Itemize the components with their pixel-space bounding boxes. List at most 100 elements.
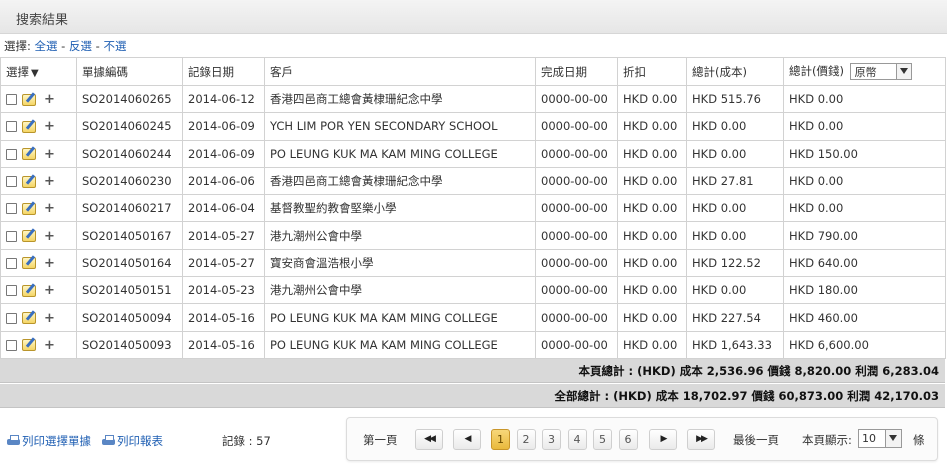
all-total-bar: 全部總計 : (HKD) 成本 18,702.97 價錢 60,873.00 利… bbox=[0, 384, 945, 408]
finish-date-cell: 0000-00-00 bbox=[535, 112, 618, 141]
row-checkbox[interactable] bbox=[6, 203, 17, 215]
table-row[interactable]: + SO2014060217 2014-06-04 基督教聖約教會堅樂小學 0000-0… bbox=[0, 194, 946, 223]
prev-page-icon[interactable]: ◀ bbox=[453, 429, 481, 450]
plus-icon[interactable]: + bbox=[44, 339, 55, 352]
plus-icon[interactable]: + bbox=[44, 202, 55, 215]
last-page-label[interactable]: 最後一頁 bbox=[733, 432, 779, 448]
print-report-link[interactable]: 列印報表 bbox=[101, 433, 163, 449]
order-no-cell: SO2014050094 bbox=[76, 303, 183, 332]
currency-select[interactable]: 原幣 bbox=[849, 63, 912, 80]
plus-icon[interactable]: + bbox=[44, 120, 55, 133]
edit-icon[interactable] bbox=[22, 175, 36, 188]
order-no-cell: SO2014060265 bbox=[76, 84, 183, 114]
select-none-link[interactable]: 不選 bbox=[103, 39, 126, 53]
total-cost-cell: HKD 0.00 bbox=[686, 221, 784, 250]
row-checkbox[interactable] bbox=[6, 230, 17, 242]
row-checkbox[interactable] bbox=[6, 257, 17, 269]
results-table: 選擇 ▼ 單據編碼 記錄日期 客戶 完成日期 折扣 總計(成本) 總計(價錢) 原… bbox=[0, 57, 946, 359]
row-checkbox[interactable] bbox=[6, 285, 17, 297]
page-button[interactable]: 6 bbox=[618, 429, 638, 450]
edit-icon[interactable] bbox=[22, 339, 36, 352]
pagination: 第一頁 ◀◀ ◀ 123456 ▶ ▶▶ 最後一頁 本頁顯示: 10 條 bbox=[346, 417, 938, 461]
total-cost-cell: HKD 27.81 bbox=[686, 166, 784, 196]
edit-icon[interactable] bbox=[22, 202, 36, 215]
page-button[interactable]: 5 bbox=[593, 429, 612, 450]
column-header-discount[interactable]: 折扣 bbox=[617, 57, 687, 86]
row-checkbox[interactable] bbox=[6, 339, 17, 351]
select-all-link[interactable]: 全選 bbox=[35, 39, 58, 53]
plus-icon[interactable]: + bbox=[44, 284, 55, 297]
currency-select-value: 原幣 bbox=[854, 65, 877, 79]
row-checkbox[interactable] bbox=[6, 176, 17, 188]
discount-cell: HKD 0.00 bbox=[617, 166, 687, 196]
first-page-label[interactable]: 第一頁 bbox=[363, 432, 398, 448]
customer-cell: 香港四邑商工總會黃棣珊紀念中學 bbox=[264, 166, 536, 196]
row-checkbox[interactable] bbox=[6, 312, 17, 324]
sort-down-icon[interactable]: ▼ bbox=[31, 68, 39, 79]
edit-icon[interactable] bbox=[22, 284, 36, 297]
printer-icon bbox=[101, 434, 116, 448]
plus-icon[interactable]: + bbox=[44, 93, 55, 106]
table-row[interactable]: + SO2014050094 2014-05-16 PO LEUNG KUK MA K… bbox=[0, 303, 946, 332]
table-row[interactable]: + SO2014050151 2014-05-23 港九潮州公會中學 0000-00-0… bbox=[0, 276, 946, 305]
finish-date-cell: 0000-00-00 bbox=[535, 194, 618, 223]
edit-icon[interactable] bbox=[22, 148, 36, 161]
customer-cell: PO LEUNG KUK MA KAM MING COLLEGE bbox=[264, 303, 536, 332]
edit-icon[interactable] bbox=[22, 257, 36, 270]
plus-icon[interactable]: + bbox=[44, 312, 55, 325]
edit-icon[interactable] bbox=[22, 312, 36, 325]
row-checkbox[interactable] bbox=[6, 94, 17, 106]
table-row[interactable]: + SO2014050167 2014-05-27 港九潮州公會中學 0000-00-0… bbox=[0, 221, 946, 250]
invert-selection-link[interactable]: 反選 bbox=[69, 39, 92, 53]
order-no-cell: SO2014050151 bbox=[76, 276, 183, 305]
plus-icon[interactable]: + bbox=[44, 148, 55, 161]
first-page-icon[interactable]: ◀◀ bbox=[415, 429, 443, 450]
column-header-customer[interactable]: 客戶 bbox=[264, 57, 536, 86]
page-total-bar: 本頁總計 : (HKD) 成本 2,536.96 價錢 8,820.00 利潤 … bbox=[0, 359, 945, 383]
table-row[interactable]: + SO2014060230 2014-06-06 香港四邑商工總會黃棣珊紀念中學 00… bbox=[0, 166, 946, 196]
column-header-select[interactable]: 選擇 ▼ bbox=[0, 57, 77, 86]
next-page-icon[interactable]: ▶ bbox=[649, 429, 677, 450]
table-row[interactable]: + SO2014050093 2014-05-16 PO LEUNG KUK MA K… bbox=[0, 330, 946, 359]
edit-icon[interactable] bbox=[22, 120, 36, 133]
page-button[interactable]: 1 bbox=[491, 429, 510, 450]
finish-date-cell: 0000-00-00 bbox=[535, 166, 618, 196]
table-header-row: 選擇 ▼ 單據編碼 記錄日期 客戶 完成日期 折扣 總計(成本) 總計(價錢) 原… bbox=[0, 57, 946, 86]
row-checkbox[interactable] bbox=[6, 121, 17, 133]
total-cost-cell: HKD 1,643.33 bbox=[686, 330, 784, 359]
page-button[interactable]: 2 bbox=[516, 429, 536, 450]
row-checkbox[interactable] bbox=[6, 148, 17, 160]
total-price-cell: HKD 0.00 bbox=[783, 166, 946, 196]
chevron-down-icon[interactable] bbox=[895, 64, 911, 79]
discount-cell: HKD 0.00 bbox=[617, 112, 687, 141]
per-page-label: 本頁顯示: bbox=[802, 433, 852, 447]
plus-icon[interactable]: + bbox=[44, 230, 55, 243]
chevron-down-icon[interactable] bbox=[885, 430, 901, 447]
edit-icon[interactable] bbox=[22, 230, 36, 243]
plus-icon[interactable]: + bbox=[44, 175, 55, 188]
column-header-record-date[interactable]: 記錄日期 bbox=[182, 57, 265, 86]
print-selected-link[interactable]: 列印選擇單據 bbox=[6, 433, 91, 449]
total-cost-cell: HKD 122.52 bbox=[686, 248, 784, 278]
row-select-cell: + bbox=[0, 303, 77, 332]
column-header-total-cost[interactable]: 總計(成本) bbox=[686, 57, 784, 86]
column-header-order-no[interactable]: 單據編碼 bbox=[76, 57, 183, 86]
column-header-finish-date[interactable]: 完成日期 bbox=[535, 57, 618, 86]
last-page-icon[interactable]: ▶▶ bbox=[687, 429, 715, 450]
customer-cell: 港九潮州公會中學 bbox=[264, 221, 536, 250]
order-no-cell: SO2014050167 bbox=[76, 221, 183, 250]
table-row[interactable]: + SO2014060245 2014-06-09 YCH LIM POR YEN S… bbox=[0, 112, 946, 141]
row-select-cell: + bbox=[0, 221, 77, 250]
discount-cell: HKD 0.00 bbox=[617, 194, 687, 223]
table-row[interactable]: + SO2014050164 2014-05-27 寶安商會溫浩根小學 0000-00-… bbox=[0, 248, 946, 278]
per-page-select[interactable]: 10 bbox=[858, 429, 902, 448]
edit-icon[interactable] bbox=[22, 93, 36, 106]
column-header-total-price[interactable]: 總計(價錢) 原幣 bbox=[783, 57, 946, 86]
table-row[interactable]: + SO2014060265 2014-06-12 香港四邑商工總會黃棣珊紀念中學 00… bbox=[0, 84, 946, 114]
page-button[interactable]: 4 bbox=[567, 429, 587, 450]
page-button[interactable]: 3 bbox=[542, 429, 561, 450]
customer-cell: PO LEUNG KUK MA KAM MING COLLEGE bbox=[264, 139, 536, 168]
discount-cell: HKD 0.00 bbox=[617, 221, 687, 250]
table-row[interactable]: + SO2014060244 2014-06-09 PO LEUNG KUK MA K… bbox=[0, 139, 946, 168]
plus-icon[interactable]: + bbox=[44, 257, 55, 270]
